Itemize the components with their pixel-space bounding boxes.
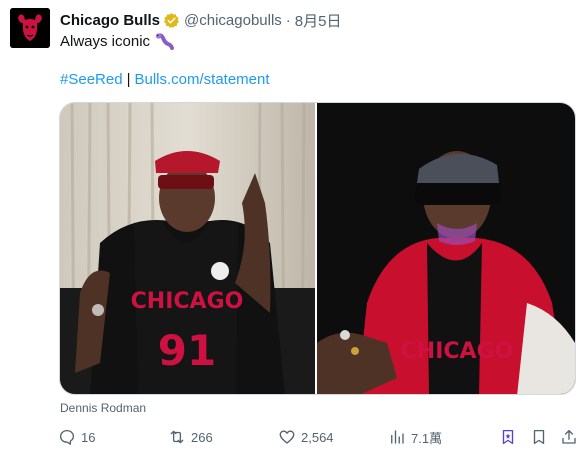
link-separator: | [126,71,131,88]
handle[interactable]: @chicagobulls [184,12,282,29]
reply-count: 16 [81,429,96,445]
separator-dot: · [285,11,291,29]
like-count: 2,564 [301,429,334,445]
hashtag-link[interactable]: #SeeRed [60,71,123,88]
jersey-text: CHICAGO [131,289,244,314]
repost-icon [170,430,184,444]
share-icon [562,429,576,444]
tweet-header: Chicago Bulls @chicagobulls · 8月5日 [60,10,341,30]
tweet-text: Always iconic [60,32,175,50]
views-icon [391,430,404,444]
grok-button[interactable] [499,426,517,448]
rodman-photo-left: CHICAGO 91 [60,103,315,394]
share-button[interactable] [560,426,578,448]
media-grid: CHICAGO 91 CHICAGO [59,102,576,395]
views-button[interactable]: 7.1萬 [388,426,442,448]
heart-icon [279,430,295,444]
verified-badge-icon[interactable] [163,12,180,29]
repost-count: 266 [191,429,213,445]
avatar[interactable] [10,8,50,48]
bookmark-icon [533,429,545,445]
rodman-photo-right: CHICAGO [317,103,575,394]
worm-emoji-icon [155,33,175,50]
bulls-logo-icon [10,8,50,48]
tweet-body: Always iconic [60,32,151,50]
photo-left[interactable]: CHICAGO 91 [60,103,317,394]
statement-link[interactable]: Bulls.com/statement [134,71,269,88]
grok-icon [502,429,514,445]
jersey-text-right: CHICAGO [401,339,514,364]
repost-button[interactable]: 266 [168,426,213,448]
media-caption[interactable]: Dennis Rodman [60,401,146,415]
tweet-links: #SeeRed | Bulls.com/statement [60,71,270,88]
reply-icon [59,429,75,445]
tweet-actions: 16 266 2,564 7.1萬 [58,426,580,448]
like-button[interactable]: 2,564 [278,426,334,448]
bookmark-button[interactable] [530,426,548,448]
views-count: 7.1萬 [411,430,443,446]
jersey-number: 91 [158,326,216,375]
display-name[interactable]: Chicago Bulls [60,12,160,29]
timestamp[interactable]: 8月5日 [295,10,342,31]
reply-button[interactable]: 16 [58,426,95,448]
photo-right[interactable]: CHICAGO [317,103,575,394]
